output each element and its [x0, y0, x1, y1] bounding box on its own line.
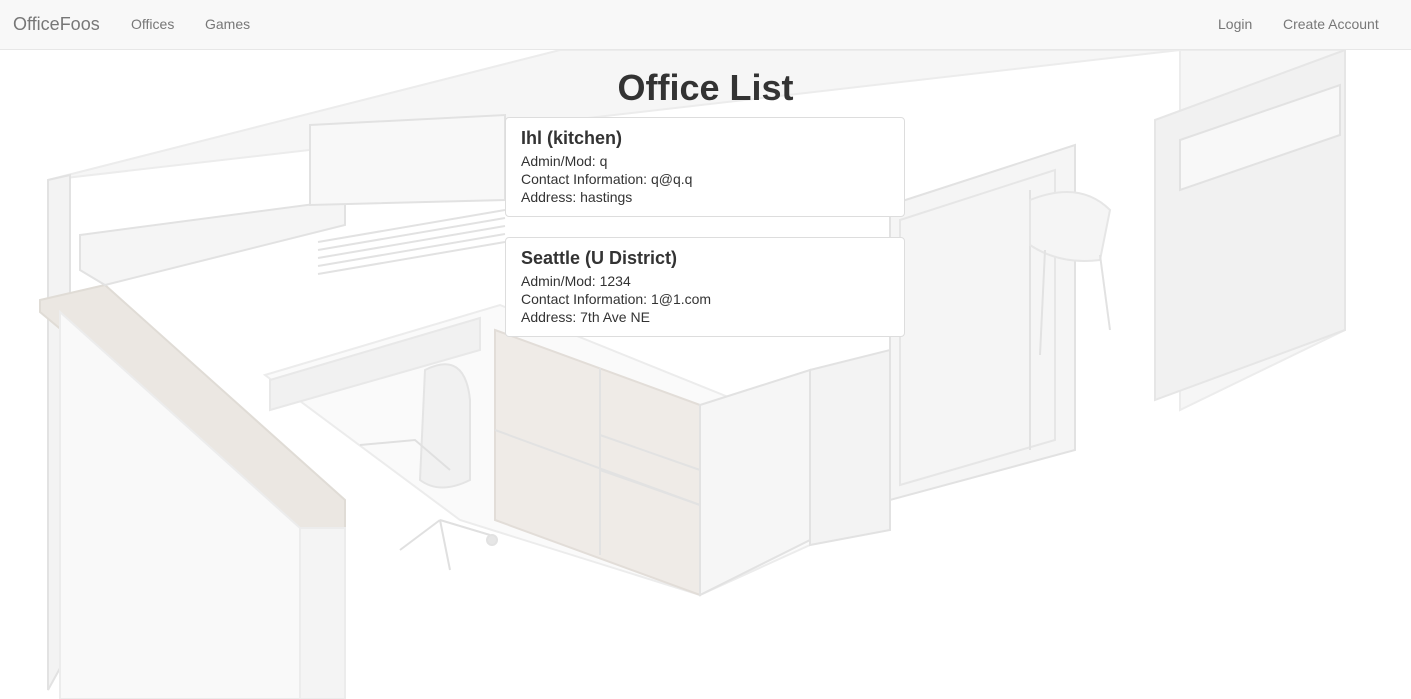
address-value: 7th Ave NE — [580, 309, 650, 325]
address-value: hastings — [580, 189, 633, 205]
contact-value: 1@1.com — [650, 291, 712, 307]
admin-label: Admin/Mod: — [521, 273, 596, 289]
office-contact: Contact Information: q@q.q — [521, 170, 889, 188]
office-admin: Admin/Mod: q — [521, 152, 889, 170]
nav-link-offices[interactable]: Offices — [131, 15, 174, 33]
admin-label: Admin/Mod: — [521, 153, 596, 169]
brand-link[interactable]: OfficeFoos — [13, 13, 100, 35]
contact-value: q@q.q — [650, 171, 693, 187]
office-card-ihl-kitchen[interactable]: Ihl (kitchen) Admin/Mod: q Contact Infor… — [505, 117, 905, 217]
nav-link-games[interactable]: Games — [205, 15, 250, 33]
nav-link-login[interactable]: Login — [1218, 15, 1252, 33]
office-name: Seattle (U District) — [521, 248, 678, 268]
admin-value: q — [599, 153, 608, 169]
office-admin: Admin/Mod: 1234 — [521, 272, 889, 290]
nav-link-create-account[interactable]: Create Account — [1283, 15, 1379, 33]
office-address: Address: hastings — [521, 188, 889, 206]
top-navbar: OfficeFoos Offices Games Login Create Ac… — [0, 0, 1411, 50]
address-label: Address: — [521, 189, 577, 205]
office-address: Address: 7th Ave NE — [521, 308, 889, 326]
office-name: Ihl (kitchen) — [521, 128, 623, 148]
office-card-seattle-u-district[interactable]: Seattle (U District) Admin/Mod: 1234 Con… — [505, 237, 905, 337]
office-contact: Contact Information: 1@1.com — [521, 290, 889, 308]
contact-label: Contact Information: — [521, 171, 648, 187]
contact-label: Contact Information: — [521, 291, 648, 307]
admin-value: 1234 — [599, 273, 631, 289]
address-label: Address: — [521, 309, 577, 325]
page-title: Office List — [617, 67, 794, 108]
